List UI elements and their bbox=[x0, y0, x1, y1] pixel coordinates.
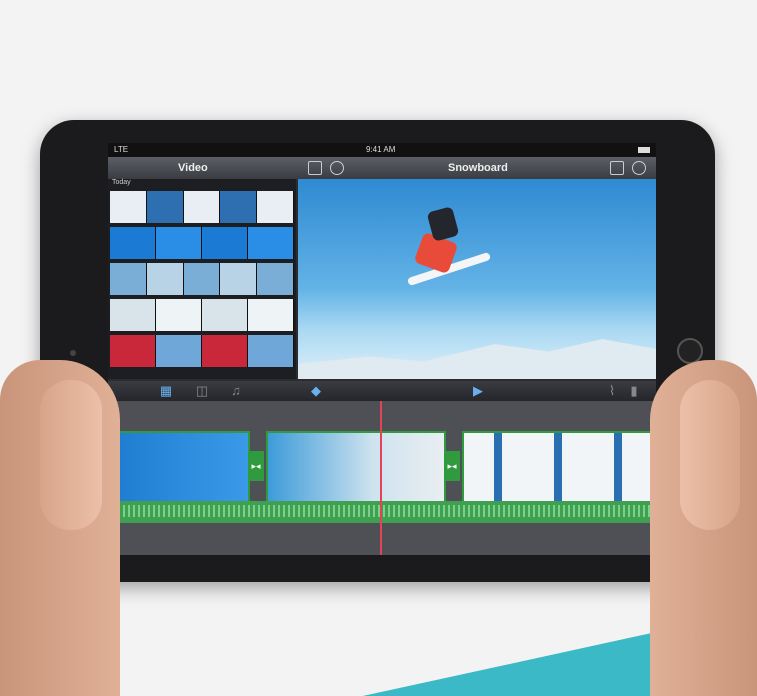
info-icon[interactable] bbox=[330, 161, 344, 175]
photo-icon[interactable]: ◫ bbox=[194, 383, 210, 399]
trash-icon[interactable] bbox=[308, 161, 322, 175]
undo-icon[interactable] bbox=[610, 161, 624, 175]
music-icon[interactable]: ♫ bbox=[228, 383, 244, 399]
project-title: Snowboard bbox=[448, 162, 508, 174]
clip-thumbnail-row[interactable] bbox=[110, 263, 294, 295]
timeline-clip[interactable] bbox=[462, 431, 656, 505]
section-label: Today bbox=[112, 179, 131, 186]
clip-thumbnail-row[interactable] bbox=[110, 227, 294, 259]
transition-icon[interactable]: ▸◂ bbox=[444, 451, 460, 481]
video-viewer[interactable] bbox=[298, 179, 656, 379]
timeline[interactable]: ▸◂ ▸◂ bbox=[108, 401, 656, 555]
clip-thumbnail-row[interactable] bbox=[110, 299, 294, 331]
video-title: Video bbox=[178, 162, 208, 174]
timeline-clip[interactable] bbox=[266, 431, 446, 505]
tablet-screen: LTE 9:41 AM Video Snowboard Today ▦ ◫ ♫ … bbox=[108, 143, 656, 555]
media-browser: Today bbox=[108, 179, 296, 379]
video-icon[interactable]: ▦ bbox=[158, 383, 174, 399]
right-thumb bbox=[680, 380, 740, 530]
clip-thumbnail-row[interactable] bbox=[110, 191, 294, 223]
clip-thumbnail-row[interactable] bbox=[110, 335, 294, 367]
play-icon[interactable]: ▶ bbox=[470, 383, 486, 399]
navigation-bar: Video Snowboard bbox=[108, 157, 656, 179]
carrier-label: LTE bbox=[114, 145, 129, 154]
snowy-mountains bbox=[298, 339, 656, 379]
audio-waveform bbox=[108, 505, 656, 517]
settings-icon[interactable] bbox=[632, 161, 646, 175]
status-bar: LTE 9:41 AM bbox=[108, 143, 656, 157]
microphone-icon[interactable]: ⌇ bbox=[604, 383, 620, 399]
playhead[interactable] bbox=[380, 401, 382, 555]
transition-icon[interactable]: ▸◂ bbox=[248, 451, 264, 481]
clock: 9:41 AM bbox=[366, 145, 396, 154]
timeline-clip[interactable] bbox=[108, 431, 250, 505]
battery-icon bbox=[638, 147, 650, 153]
split-icon[interactable]: ◆ bbox=[308, 383, 324, 399]
camera-icon[interactable]: ▮ bbox=[626, 383, 642, 399]
editor-toolbar: ▦ ◫ ♫ ◆ ▶ ⌇ ▮ bbox=[108, 381, 656, 401]
left-thumb bbox=[40, 380, 102, 530]
front-camera bbox=[70, 350, 76, 356]
